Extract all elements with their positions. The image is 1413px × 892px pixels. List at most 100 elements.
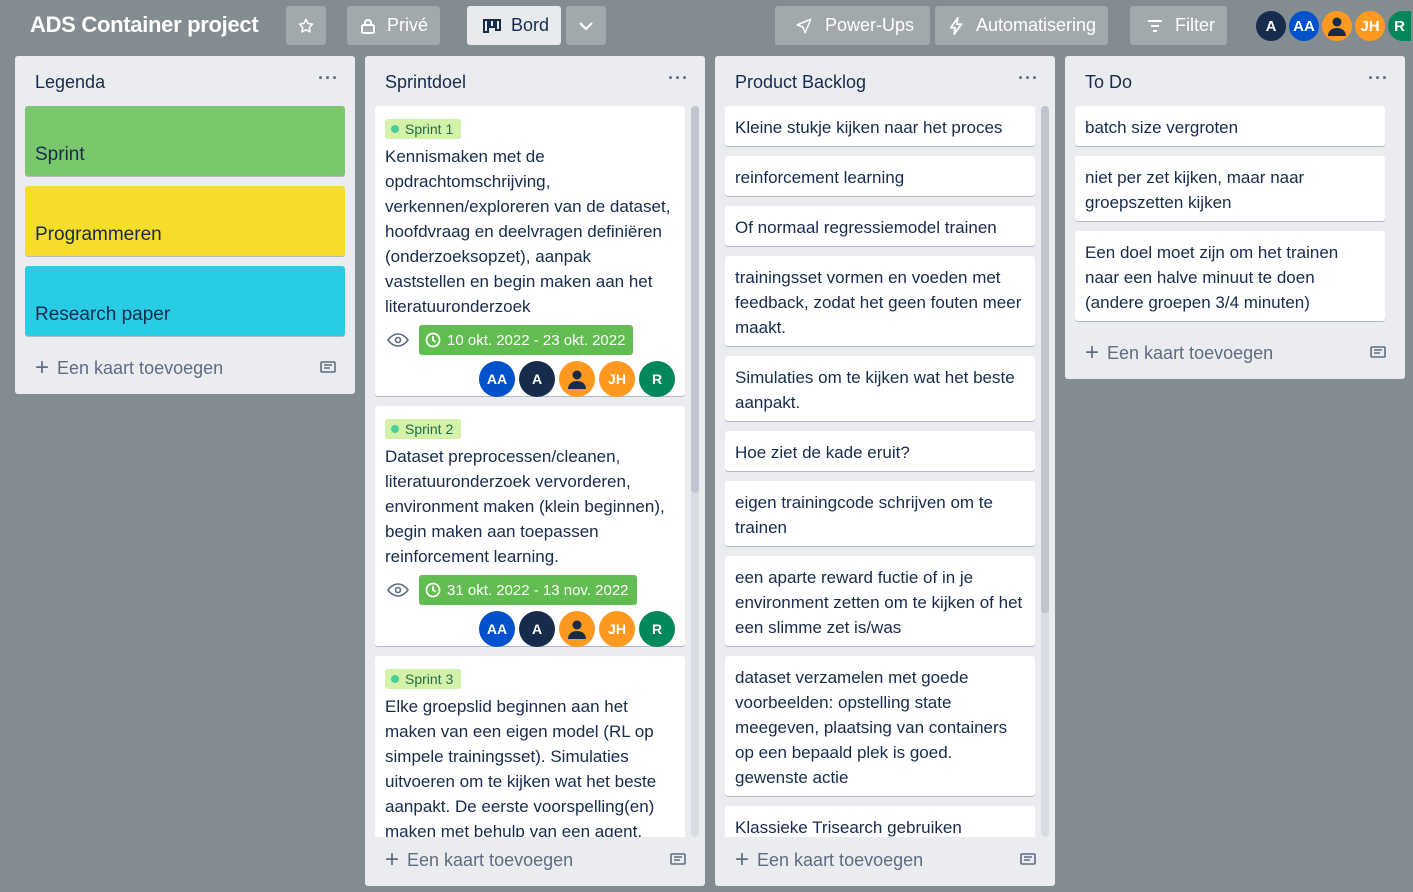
member-avatar[interactable]: A [1254,9,1288,43]
backlog-card[interactable]: dataset verzamelen met goede voorbeelden… [725,656,1035,796]
list-title[interactable]: Product Backlog [735,72,866,93]
member-avatar[interactable]: AA [479,611,515,647]
plus-icon: + [35,354,50,381]
plus-icon: + [385,846,400,873]
card-title: Elke groepslid beginnen aan het maken va… [385,697,657,837]
member-avatar[interactable]: JH [1353,9,1387,43]
board-view-label: Bord [511,15,550,35]
board-view-button[interactable]: Bord [467,6,561,45]
list-title[interactable]: Legenda [35,72,105,93]
add-card-button[interactable]: + Een kaart toevoegen [735,848,923,872]
backlog-card[interactable]: Of normaal regressiemodel trainen [725,206,1035,246]
todo-card[interactable]: niet per zet kijken, maar naar groepszet… [1075,156,1385,221]
star-icon [298,18,314,33]
list-title[interactable]: Sprintdoel [385,72,466,93]
add-card-button[interactable]: + Een kaart toevoegen [1085,341,1273,365]
card-label[interactable]: Sprint 1 [385,119,462,139]
eye-icon [387,583,409,597]
member-avatar[interactable]: A [519,361,555,397]
backlog-card[interactable]: Klassieke Trisearch gebruiken [725,806,1035,837]
sprint-card[interactable]: Sprint 2 Dataset preprocessen/cleanen, l… [375,406,685,647]
list-product-backlog: Product Backlog ··· Kleine stukje kijken… [715,56,1055,886]
board-title[interactable]: ADS Container project [30,12,259,38]
sprint-card[interactable]: Sprint 1 Kennismaken met de opdrachtomsc… [375,106,685,397]
template-icon[interactable] [669,851,687,867]
clock-icon [425,582,441,598]
card-title: Research paper [35,304,171,325]
person-icon [568,620,586,639]
backlog-card[interactable]: Simulaties om te kijken wat het beste aa… [725,356,1035,421]
automation-button[interactable]: Automatisering [935,6,1108,45]
card-title: trainingsset vormen en voeden met feedba… [735,268,1022,337]
board-view-icon [483,17,501,35]
list-to-do: To Do ··· batch size vergroten niet per … [1065,56,1405,379]
member-avatar[interactable]: JH [599,361,635,397]
list-header: Sprintdoel ··· [365,56,705,106]
card-title: Sprint [35,144,85,165]
card-title: Klassieke Trisearch gebruiken [735,818,962,837]
lightning-icon [949,16,964,35]
card-title: Een doel moet zijn om het trainen naar e… [1085,243,1339,312]
member-avatar[interactable]: A [519,611,555,647]
list-menu-icon[interactable]: ··· [668,68,689,89]
list-menu-icon[interactable]: ··· [1018,68,1039,89]
member-avatar[interactable]: JH [599,611,635,647]
member-avatar[interactable] [559,361,595,397]
card-title: Hoe ziet de kade eruit? [735,443,910,462]
card-badges: 10 okt. 2022 - 23 okt. 2022 [385,325,675,355]
card-title: Dataset preprocessen/cleanen, literatuur… [385,447,665,566]
legend-card-research-paper[interactable]: Research paper [25,266,345,336]
add-card-button[interactable]: + Een kaart toevoegen [385,848,573,872]
rocket-icon [795,17,813,35]
view-switcher-button[interactable] [566,6,606,45]
member-avatar[interactable]: AA [479,361,515,397]
legend-card-sprint[interactable]: Sprint [25,106,345,176]
plus-icon: + [735,846,750,873]
backlog-card[interactable]: Hoe ziet de kade eruit? [725,431,1035,471]
card-title: een aparte reward fuctie of in je enviro… [735,568,1023,637]
list-scrollbar[interactable] [1041,106,1049,837]
member-avatar[interactable]: R [639,611,675,647]
backlog-card[interactable]: trainingsset vormen en voeden met feedba… [725,256,1035,346]
card-label[interactable]: Sprint 2 [385,419,462,439]
card-list: Kleine stukje kijken naar het proces rei… [725,106,1045,837]
sprint-card[interactable]: Sprint 3 Elke groepslid beginnen aan het… [375,656,685,837]
due-date-badge[interactable]: 31 okt. 2022 - 13 nov. 2022 [419,575,637,605]
template-icon[interactable] [319,359,337,375]
visibility-button[interactable]: Privé [347,6,440,45]
filter-button[interactable]: Filter [1130,6,1227,45]
backlog-card[interactable]: een aparte reward fuctie of in je enviro… [725,556,1035,646]
member-avatar[interactable] [559,611,595,647]
template-icon[interactable] [1369,344,1387,360]
star-button[interactable] [286,6,326,45]
legend-card-programmeren[interactable]: Programmeren [25,186,345,256]
card-title: reinforcement learning [735,168,905,187]
list-menu-icon[interactable]: ··· [318,68,339,89]
clock-icon [425,332,441,348]
card-label[interactable]: Sprint 3 [385,669,462,689]
list-menu-icon[interactable]: ··· [1368,68,1389,89]
add-card-button[interactable]: + Een kaart toevoegen [35,356,223,380]
template-icon[interactable] [1019,851,1037,867]
card-badges: 31 okt. 2022 - 13 nov. 2022 [385,575,675,605]
due-date-badge[interactable]: 10 okt. 2022 - 23 okt. 2022 [419,325,634,355]
plus-icon: + [1085,339,1100,366]
member-avatar[interactable]: R [1386,9,1413,43]
backlog-card[interactable]: Kleine stukje kijken naar het proces [725,106,1035,146]
list-header: Legenda ··· [15,56,355,106]
todo-card[interactable]: Een doel moet zijn om het trainen naar e… [1075,231,1385,321]
list-title[interactable]: To Do [1085,72,1132,93]
member-avatar[interactable] [1320,9,1354,43]
todo-card[interactable]: batch size vergroten [1075,106,1385,146]
card-title: eigen trainingcode schrijven om te train… [735,493,993,537]
backlog-card[interactable]: reinforcement learning [725,156,1035,196]
lock-icon [361,17,375,35]
list-scrollbar[interactable] [691,106,699,837]
member-avatar[interactable]: AA [1287,9,1321,43]
member-avatar[interactable]: R [639,361,675,397]
card-title: Programmeren [35,224,162,245]
list-legenda: Legenda ··· Sprint Programmeren Research… [15,56,355,394]
power-ups-button[interactable]: Power-Ups [775,6,930,45]
backlog-card[interactable]: eigen trainingcode schrijven om te train… [725,481,1035,546]
eye-icon [387,333,409,347]
